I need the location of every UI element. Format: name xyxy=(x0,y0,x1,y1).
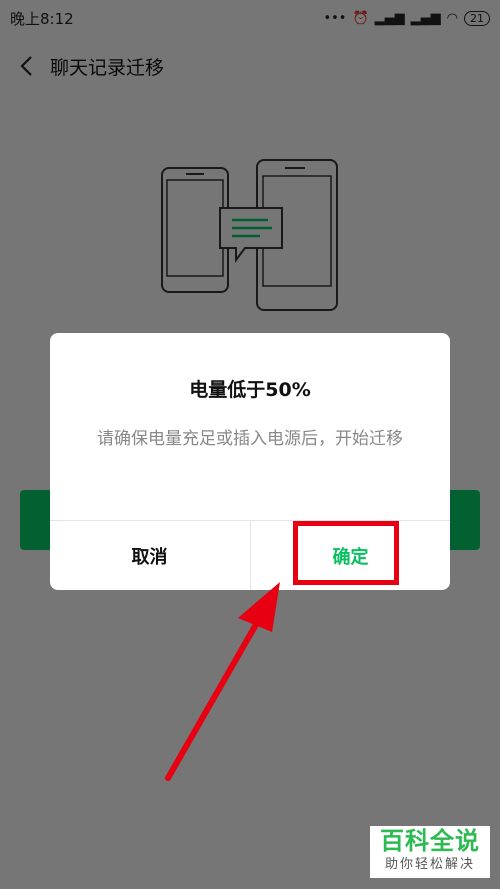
baike-watermark: 百科全说 助你轻松解决 xyxy=(370,826,490,878)
dialog-message: 请确保电量充足或插入电源后，开始迁移 xyxy=(97,429,403,449)
watermark-title: 百科全说 xyxy=(380,827,480,855)
dialog-title: 电量低于50% xyxy=(189,379,311,401)
cancel-button[interactable]: 取消 xyxy=(50,521,249,590)
confirm-highlight-box xyxy=(293,521,399,585)
watermark-subtitle: 助你轻松解决 xyxy=(384,857,475,872)
